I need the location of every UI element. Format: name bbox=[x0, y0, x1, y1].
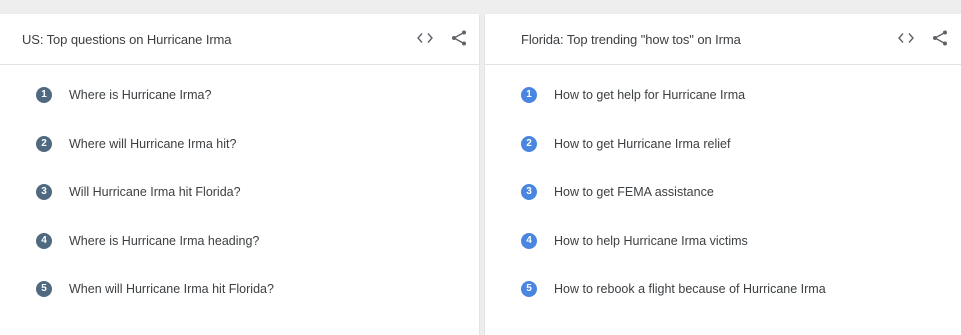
rank-badge: 3 bbox=[36, 184, 52, 200]
list-item[interactable]: 4 Where is Hurricane Irma heading? bbox=[0, 227, 479, 276]
item-text: Where will Hurricane Irma hit? bbox=[69, 136, 237, 151]
rank-badge: 2 bbox=[521, 135, 537, 152]
rank-badge: 5 bbox=[36, 281, 52, 297]
header-actions bbox=[895, 27, 951, 49]
card-header: Florida: Top trending "how tos" on Irma bbox=[485, 14, 961, 65]
share-button[interactable] bbox=[448, 27, 470, 49]
florida-how-tos-card: Florida: Top trending "how tos" on Irma bbox=[485, 14, 961, 335]
embed-code-button[interactable] bbox=[414, 27, 436, 49]
code-icon bbox=[417, 33, 433, 43]
share-icon bbox=[933, 30, 947, 46]
item-text: How to get FEMA assistance bbox=[554, 185, 714, 199]
header-actions bbox=[414, 27, 470, 49]
list-item[interactable]: 2 How to get Hurricane Irma relief bbox=[485, 130, 961, 179]
card-title: US: Top questions on Hurricane Irma bbox=[22, 32, 232, 47]
item-text: How to get Hurricane Irma relief bbox=[554, 136, 731, 151]
list-item[interactable]: 1 How to get help for Hurricane Irma bbox=[485, 81, 961, 130]
rank-badge: 4 bbox=[521, 232, 537, 249]
rank-badge: 3 bbox=[521, 184, 537, 200]
list-item[interactable]: 5 When will Hurricane Irma hit Florida? bbox=[0, 275, 479, 324]
item-text: How to get help for Hurricane Irma bbox=[554, 88, 746, 102]
share-button[interactable] bbox=[929, 27, 951, 49]
us-top-questions-card: US: Top questions on Hurricane Irma 1 Wh… bbox=[0, 14, 479, 335]
share-icon bbox=[452, 30, 466, 46]
list-item[interactable]: 1 Where is Hurricane Irma? bbox=[0, 81, 479, 130]
rank-badge: 1 bbox=[521, 87, 537, 103]
question-list: 1 Where is Hurricane Irma? 2 Where will … bbox=[0, 81, 479, 324]
rank-badge: 1 bbox=[36, 87, 52, 103]
list-item[interactable]: 2 Where will Hurricane Irma hit? bbox=[0, 130, 479, 179]
how-to-list: 1 How to get help for Hurricane Irma 2 H… bbox=[485, 81, 961, 324]
item-text: When will Hurricane Irma hit Florida? bbox=[69, 282, 274, 296]
card-title: Florida: Top trending "how tos" on Irma bbox=[521, 32, 741, 47]
item-text: Where is Hurricane Irma? bbox=[69, 88, 212, 102]
embed-code-button[interactable] bbox=[895, 27, 917, 49]
code-icon bbox=[898, 33, 914, 43]
item-text: Will Hurricane Irma hit Florida? bbox=[69, 185, 241, 199]
list-item[interactable]: 5 How to rebook a flight because of Hurr… bbox=[485, 275, 961, 324]
list-item[interactable]: 3 How to get FEMA assistance bbox=[485, 178, 961, 227]
item-text: How to rebook a flight because of Hurric… bbox=[554, 282, 826, 296]
card-header: US: Top questions on Hurricane Irma bbox=[0, 14, 479, 65]
list-item[interactable]: 4 How to help Hurricane Irma victims bbox=[485, 227, 961, 276]
item-text: How to help Hurricane Irma victims bbox=[554, 233, 748, 248]
rank-badge: 2 bbox=[36, 135, 52, 152]
rank-badge: 4 bbox=[36, 232, 52, 249]
rank-badge: 5 bbox=[521, 281, 537, 297]
list-item[interactable]: 3 Will Hurricane Irma hit Florida? bbox=[0, 178, 479, 227]
item-text: Where is Hurricane Irma heading? bbox=[69, 233, 260, 248]
